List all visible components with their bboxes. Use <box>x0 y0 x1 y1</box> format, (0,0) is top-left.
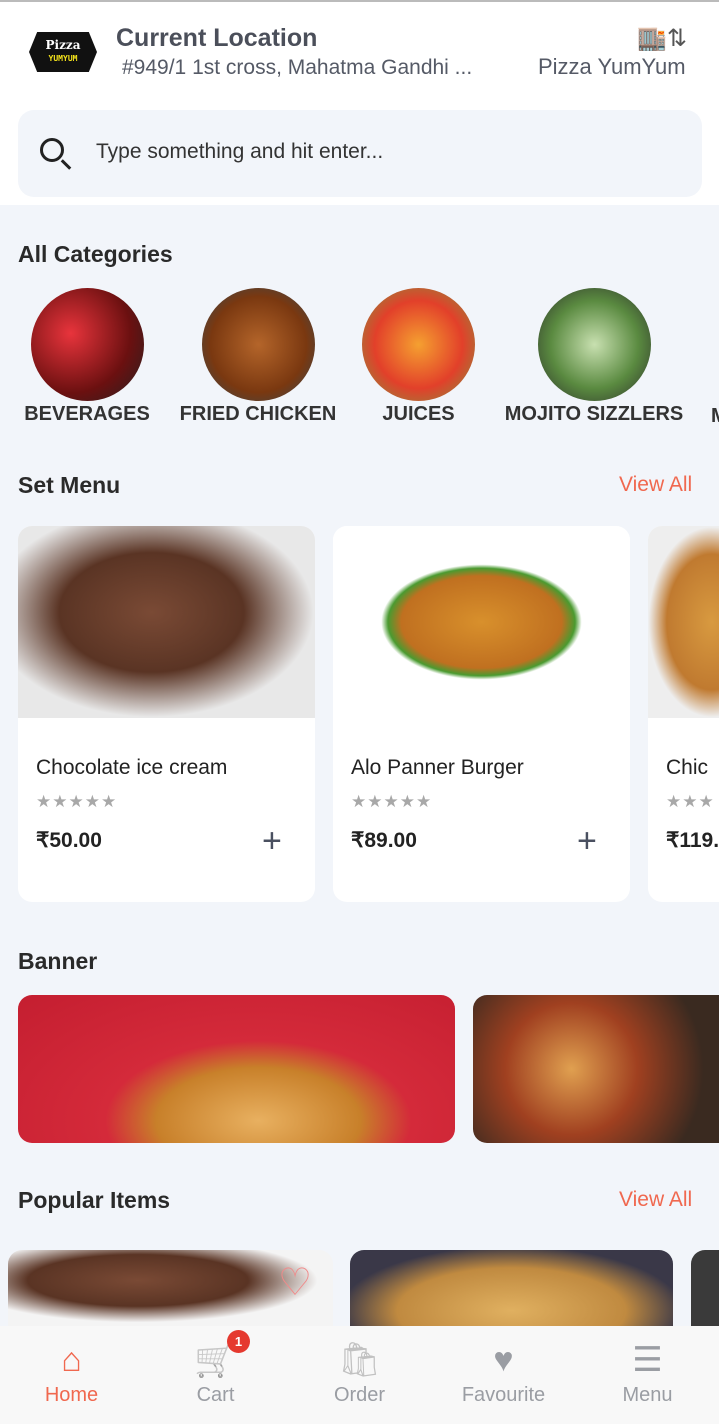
home-icon: ⌂ <box>61 1341 82 1379</box>
location-address[interactable]: #949/1 1st cross, Mahatma Gandhi ... <box>122 56 472 80</box>
item-name: Chocolate ice cream <box>36 756 228 779</box>
popular-view-all[interactable]: View All <box>619 1188 692 1212</box>
logo-subtext: YUMYUM <box>48 54 78 63</box>
menu-card[interactable]: Chic ★★★ ₹119. <box>648 526 719 902</box>
category-image <box>30 288 144 401</box>
nav-label: Cart <box>196 1384 235 1406</box>
nav-cart[interactable]: 🛒 Cart <box>144 1326 287 1407</box>
category-label: BEVERAGES <box>24 403 150 425</box>
logo-text: Pizza <box>45 38 81 52</box>
bottom-navigation: ⌂ Home 🛒 Cart 🛍 Order ♥ Favourite ☰ Menu <box>0 1326 719 1424</box>
category-image <box>201 288 315 401</box>
popular-item-card[interactable] <box>691 1250 719 1326</box>
category-image <box>537 288 651 401</box>
shopping-bag-icon: 🛍 <box>337 1341 382 1379</box>
cart-icon: 🛒 <box>194 1341 237 1379</box>
category-image <box>362 288 475 401</box>
set-menu-heading: Set Menu <box>18 472 121 498</box>
category-partial[interactable]: M <box>711 288 719 428</box>
nav-label: Menu <box>622 1384 673 1406</box>
favourite-icon[interactable]: ♡ <box>278 1260 312 1305</box>
category-label: M <box>711 405 719 428</box>
cart-count-badge: 1 <box>227 1330 250 1353</box>
banner-heading: Banner <box>18 948 98 974</box>
category-label: MOJITO SIZZLERS <box>504 403 684 425</box>
popular-item-card[interactable] <box>350 1250 673 1326</box>
popular-items-heading: Popular Items <box>18 1187 171 1213</box>
menu-card[interactable]: Chocolate ice cream ★★★★★ ₹50.00 + <box>18 526 315 902</box>
store-name[interactable]: Pizza YumYum <box>538 54 686 80</box>
nav-label: Order <box>333 1384 386 1406</box>
header: Pizza YUMYUM Current Location #949/1 1st … <box>0 0 719 205</box>
banner-image[interactable] <box>18 995 455 1143</box>
location-title[interactable]: Current Location <box>116 24 317 53</box>
store-swap-icon[interactable]: 🏬⇅ <box>637 24 687 53</box>
set-menu-view-all[interactable]: View All <box>619 473 692 497</box>
item-price: ₹50.00 <box>36 829 102 852</box>
rating-stars: ★★★★★ <box>36 792 118 811</box>
brand-logo: Pizza YUMYUM <box>29 32 97 72</box>
category-beverages[interactable]: BEVERAGES <box>18 288 156 426</box>
category-fried-chicken[interactable]: FRIED CHICKEN <box>172 288 344 426</box>
category-mojito-sizzlers[interactable]: MOJITO SIZZLERS <box>494 288 694 426</box>
category-juices[interactable]: JUICES <box>362 288 475 426</box>
rating-stars: ★★★★★ <box>351 792 433 811</box>
search-input[interactable]: Type something and hit enter... <box>18 110 702 197</box>
menu-card[interactable]: Alo Panner Burger ★★★★★ ₹89.00 + <box>333 526 630 902</box>
menu-icon: ☰ <box>632 1341 663 1379</box>
add-to-cart-button[interactable]: + <box>577 824 597 858</box>
rating-stars: ★★★ <box>666 792 715 811</box>
category-label: FRIED CHICKEN <box>179 403 337 425</box>
nav-label: Favourite <box>461 1384 546 1406</box>
heart-icon: ♥ <box>493 1341 514 1379</box>
nav-favourite[interactable]: ♥ Favourite <box>432 1326 575 1407</box>
banner-image[interactable] <box>473 995 719 1143</box>
add-to-cart-button[interactable]: + <box>262 824 282 858</box>
category-label: JUICES <box>382 403 455 425</box>
item-image <box>648 526 719 718</box>
categories-heading: All Categories <box>18 241 173 267</box>
item-image <box>333 526 630 718</box>
item-price: ₹119. <box>666 829 719 852</box>
item-name: Alo Panner Burger <box>351 756 524 779</box>
item-price: ₹89.00 <box>351 829 417 852</box>
nav-order[interactable]: 🛍 Order <box>288 1326 431 1407</box>
nav-home[interactable]: ⌂ Home <box>0 1326 143 1407</box>
nav-label: Home <box>44 1384 99 1406</box>
search-icon <box>40 138 64 162</box>
nav-menu[interactable]: ☰ Menu <box>576 1326 719 1407</box>
item-image <box>18 526 315 718</box>
popular-item-card[interactable]: ♡ <box>8 1250 333 1326</box>
search-placeholder: Type something and hit enter... <box>96 140 384 163</box>
item-name: Chic <box>666 756 709 779</box>
